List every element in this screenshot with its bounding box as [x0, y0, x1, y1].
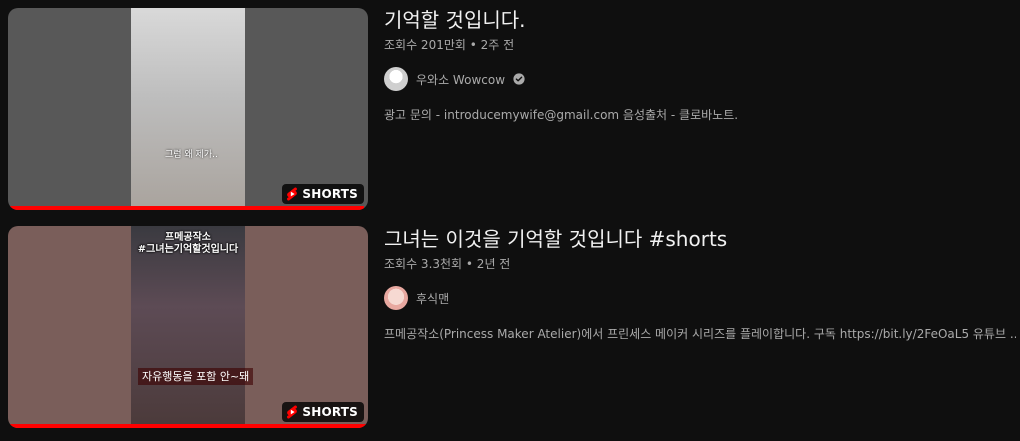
shorts-badge: SHORTS: [282, 402, 364, 422]
shorts-logo-icon: [287, 405, 298, 419]
watch-progress-bar: [8, 206, 365, 210]
video-meta: 조회수 201만회 • 2주 전: [384, 38, 515, 52]
video-result-1: 그럼 왜 제가.. SHORTS 기억할 것입니다. 조회수 201만회 • 2…: [0, 8, 1020, 216]
thumbnail-subtitle: 자유행동을 포함 안~돼: [138, 368, 254, 385]
thumbnail-frame: [131, 8, 245, 210]
video-title[interactable]: 기억할 것입니다.: [384, 7, 1016, 33]
video-info: 그녀는 이것을 기억할 것입니다 #shorts 조회수 3.3천회 • 2년 …: [384, 226, 1016, 342]
thumbnail-title: 프메공작소 #그녀는기억할것입니다: [131, 232, 245, 256]
watch-progress-bar: [8, 424, 368, 428]
video-thumbnail[interactable]: 그럼 왜 제가.. SHORTS: [8, 8, 368, 210]
channel-name[interactable]: 후식맨: [416, 290, 449, 307]
shorts-logo-icon: [287, 187, 298, 201]
thumbnail-title-line-1: 프메공작소: [165, 232, 211, 243]
thumbnail-title-line-2: #그녀는기억할것입니다: [137, 244, 239, 255]
shorts-badge-label: SHORTS: [302, 187, 358, 201]
shorts-badge: SHORTS: [282, 184, 364, 204]
verified-check-icon: [513, 73, 525, 85]
video-description: 프메공작소(Princess Maker Atelier)에서 프린세스 메이커…: [384, 327, 1016, 341]
channel-avatar[interactable]: [384, 67, 408, 91]
channel-link[interactable]: 후식맨: [384, 286, 1016, 310]
video-description: 광고 문의 - introducemywife@gmail.com 음성출처 -…: [384, 108, 739, 122]
channel-name[interactable]: 우와소 Wowcow: [416, 71, 505, 88]
video-title[interactable]: 그녀는 이것을 기억할 것입니다 #shorts: [384, 226, 1016, 252]
video-info: 기억할 것입니다. 조회수 201만회 • 2주 전 우와소 Wowcow 광고…: [384, 8, 1016, 123]
thumbnail-caption: 그럼 왜 제가..: [165, 150, 218, 160]
thumbnail-frame: [131, 226, 245, 428]
channel-link[interactable]: 우와소 Wowcow: [384, 67, 1016, 91]
video-thumbnail[interactable]: 프메공작소 #그녀는기억할것입니다 자유행동을 포함 안~돼 SHORTS: [8, 226, 368, 428]
channel-avatar[interactable]: [384, 286, 408, 310]
shorts-badge-label: SHORTS: [302, 405, 358, 419]
video-result-2: 프메공작소 #그녀는기억할것입니다 자유행동을 포함 안~돼 SHORTS 그녀…: [0, 226, 1020, 434]
video-meta: 조회수 3.3천회 • 2년 전: [384, 257, 511, 271]
